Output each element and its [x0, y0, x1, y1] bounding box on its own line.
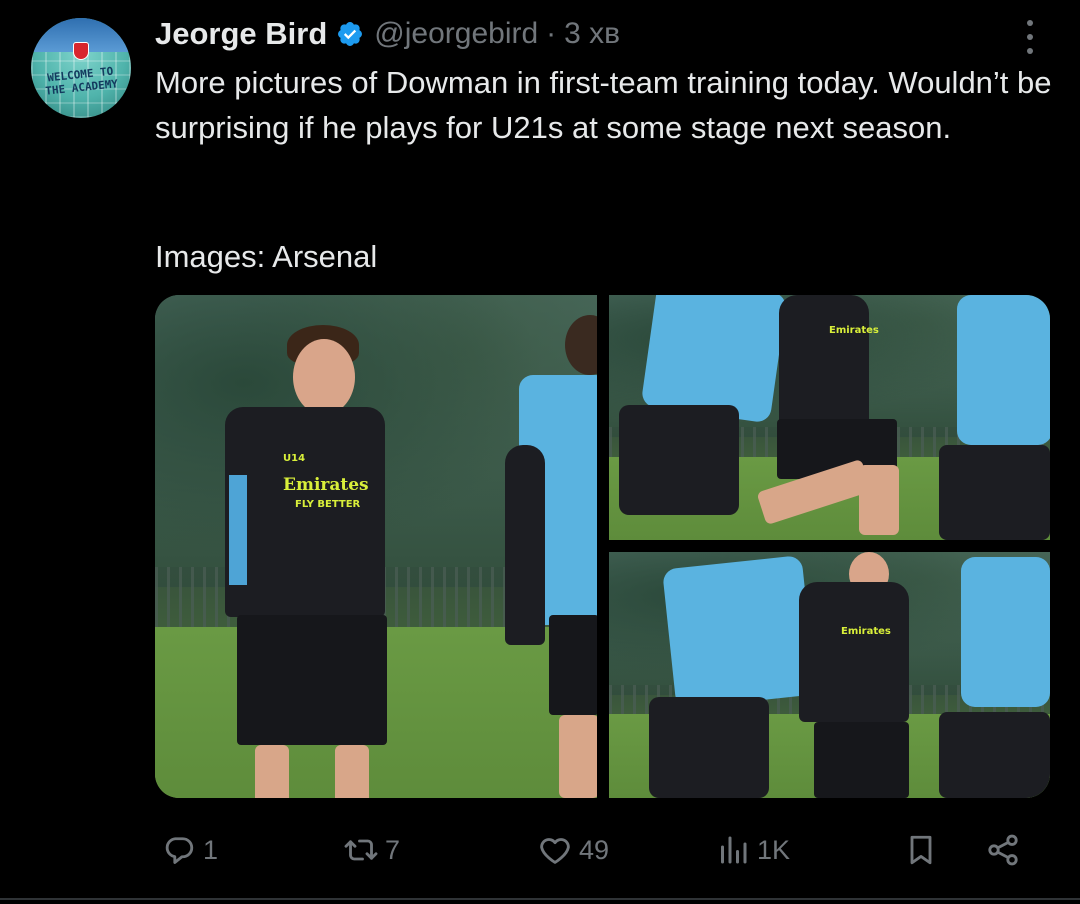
- player-shorts: [939, 712, 1050, 798]
- retweet-button[interactable]: 7: [343, 830, 400, 870]
- separator-dot: ·: [546, 17, 557, 50]
- player-sleeve-stripe: [229, 475, 247, 585]
- views-icon: [721, 836, 747, 864]
- player-main: Emirates FLY BETTER U14: [185, 325, 387, 798]
- player-shorts: [649, 697, 769, 798]
- divider: [0, 898, 1080, 900]
- photo-bottom-right[interactable]: Emirates: [609, 552, 1050, 798]
- player-shorts: [939, 445, 1050, 540]
- tweet-credit: Images: Arsenal: [155, 239, 378, 274]
- retweet-count: 7: [385, 834, 401, 865]
- jersey-sponsor: Emirates: [841, 626, 891, 637]
- player-jersey: [799, 582, 909, 722]
- player-leg: [255, 745, 289, 798]
- jersey-sponsor-sub: FLY BETTER: [295, 499, 361, 510]
- reply-button[interactable]: 1: [161, 830, 218, 870]
- timestamp[interactable]: 3 хв: [564, 17, 620, 51]
- media-grid: Emirates FLY BETTER U14 Emirates Emirate…: [155, 295, 1050, 798]
- tweet-header: Jeorge Bird @jeorgebird · 3 хв: [155, 14, 620, 54]
- reply-icon: [165, 837, 194, 864]
- tweet[interactable]: WELCOME TO THE ACADEMY Jeorge Bird @jeor…: [0, 0, 1080, 904]
- reply-count: 1: [203, 834, 219, 865]
- more-icon[interactable]: [1020, 20, 1040, 54]
- photo-main[interactable]: Emirates FLY BETTER U14: [155, 295, 597, 798]
- views-count: 1K: [757, 834, 791, 865]
- player-arm: [505, 445, 545, 645]
- player-background: [505, 315, 597, 798]
- player-jersey: [779, 295, 869, 425]
- like-icon: [540, 838, 570, 864]
- player-shorts: [814, 722, 909, 798]
- avatar[interactable]: WELCOME TO THE ACADEMY: [31, 18, 131, 118]
- more-dot: [1027, 48, 1033, 54]
- jersey-sponsor: Emirates: [829, 325, 879, 336]
- bookmark-icon: [910, 835, 932, 865]
- more-dot: [1027, 34, 1033, 40]
- photo-top-right[interactable]: Emirates: [609, 295, 1050, 540]
- share-icon: [988, 834, 1018, 866]
- views-button[interactable]: 1K: [715, 830, 790, 870]
- arsenal-crest-icon: [73, 42, 89, 60]
- handle[interactable]: @jeorgebird: [374, 17, 538, 51]
- verified-badge-icon[interactable]: [336, 20, 364, 48]
- player-shorts: [619, 405, 739, 515]
- player-jersey: [225, 407, 385, 617]
- share-button[interactable]: [985, 830, 1021, 870]
- bookmark-button[interactable]: [903, 830, 939, 870]
- player-shorts: [237, 615, 387, 745]
- display-name[interactable]: Jeorge Bird: [155, 16, 327, 52]
- tweet-text: More pictures of Dowman in first-team tr…: [155, 65, 1052, 145]
- player-head: [293, 339, 355, 415]
- player-shorts: [549, 615, 597, 715]
- like-count: 49: [579, 834, 610, 865]
- player-head: [565, 315, 597, 375]
- player-bib: [662, 555, 816, 709]
- player-bib: [957, 295, 1050, 445]
- player-leg: [859, 465, 899, 535]
- player-leg: [559, 715, 597, 798]
- more-dot: [1027, 20, 1033, 26]
- player-bib: [961, 557, 1050, 707]
- jersey-sponsor: Emirates: [283, 475, 369, 495]
- action-bar: 1 7 49 1K: [155, 822, 1035, 878]
- like-button[interactable]: 49: [537, 830, 609, 870]
- player-leg: [335, 745, 369, 798]
- jersey-badge: U14: [283, 453, 306, 464]
- retweet-icon: [344, 839, 378, 861]
